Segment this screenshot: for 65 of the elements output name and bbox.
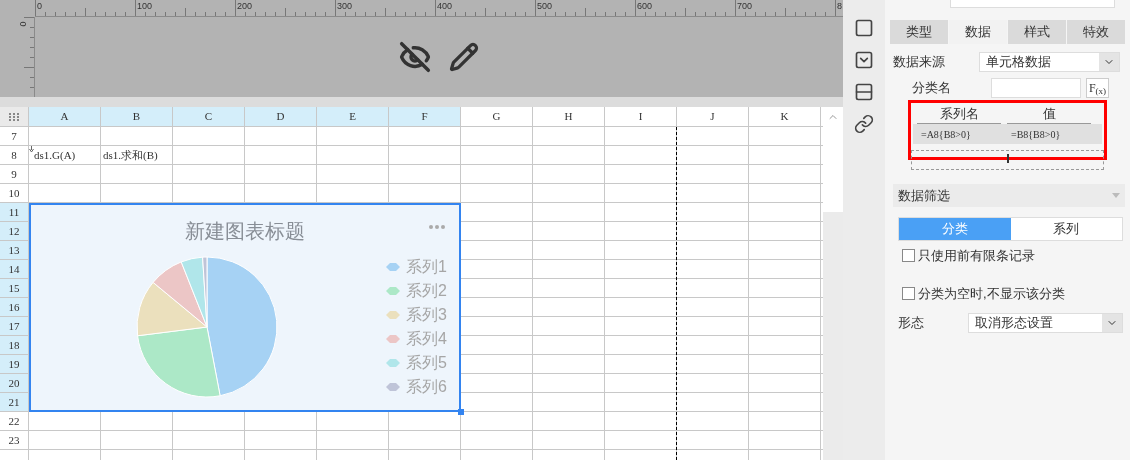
row-header[interactable]: 15 bbox=[0, 279, 29, 297]
chart-title: 新建图表标题 bbox=[185, 219, 305, 244]
row-header[interactable]: 18 bbox=[0, 336, 29, 354]
category-input[interactable] bbox=[991, 78, 1081, 98]
row-header[interactable]: 13 bbox=[0, 241, 29, 259]
ruler-label: 300 bbox=[337, 0, 353, 12]
ruler-label: 200 bbox=[237, 0, 253, 12]
segment-button[interactable]: 系列 bbox=[1010, 218, 1122, 240]
dropdown-box-icon[interactable] bbox=[854, 50, 874, 70]
row-header[interactable]: 20 bbox=[0, 374, 29, 392]
checkbox[interactable] bbox=[902, 286, 915, 300]
field-label: 数据来源 bbox=[893, 53, 946, 72]
column-header[interactable]: E bbox=[317, 107, 389, 126]
cell-text: ds1.G(A) bbox=[34, 148, 76, 162]
column-header[interactable]: C bbox=[173, 107, 245, 126]
shape-select[interactable]: 取消形态设置 bbox=[968, 313, 1123, 333]
table-cell[interactable]: ds1.G(A) bbox=[29, 146, 101, 164]
select-all-icon[interactable] bbox=[9, 112, 19, 121]
rows-icon[interactable] bbox=[854, 82, 874, 102]
element-select[interactable] bbox=[950, 0, 1115, 8]
field-label: 形态 bbox=[898, 314, 925, 333]
row-header[interactable]: 16 bbox=[0, 298, 29, 316]
resize-handle[interactable] bbox=[458, 409, 464, 415]
column-header[interactable]: D bbox=[245, 107, 317, 126]
checkbox[interactable] bbox=[902, 249, 915, 263]
ruler-label: 400 bbox=[437, 0, 453, 12]
row-header[interactable]: 17 bbox=[0, 317, 29, 335]
panel-tab[interactable]: 特效 bbox=[1067, 20, 1125, 44]
ruler-label: 700 bbox=[737, 0, 753, 12]
formula-cell[interactable]: =B8{B8>0} bbox=[1011, 126, 1095, 142]
hidden-eye-icon[interactable] bbox=[399, 41, 431, 73]
collapse-triangle-icon bbox=[1112, 193, 1120, 198]
ruler-label: 0 bbox=[17, 21, 28, 27]
section-header[interactable]: 数据筛选 bbox=[893, 184, 1125, 207]
column-header[interactable]: A bbox=[29, 107, 101, 126]
row-header[interactable]: 11 bbox=[0, 203, 29, 221]
column-header[interactable]: F bbox=[389, 107, 461, 126]
link-icon[interactable] bbox=[854, 114, 874, 134]
panel-tab[interactable]: 样式 bbox=[1008, 20, 1066, 44]
data-source-select[interactable]: 单元格数据 bbox=[979, 52, 1120, 72]
row-header[interactable]: 21 bbox=[0, 393, 29, 411]
splitter-bar[interactable] bbox=[0, 97, 843, 107]
vertical-scrollbar[interactable] bbox=[823, 107, 843, 460]
row-header[interactable]: 19 bbox=[0, 355, 29, 373]
square-icon[interactable] bbox=[854, 18, 874, 38]
ruler-label: 500 bbox=[537, 0, 553, 12]
column-header[interactable]: B bbox=[101, 107, 173, 126]
pencil-icon[interactable] bbox=[449, 42, 479, 72]
row-header[interactable]: 14 bbox=[0, 260, 29, 278]
table-cell[interactable]: ds1.求和(B) bbox=[101, 146, 173, 164]
expand-arrow-icon bbox=[29, 146, 34, 152]
formula-cell[interactable]: =A8{B8>0} bbox=[921, 126, 1005, 142]
checkbox-label: 只使用前有限条记录 bbox=[918, 247, 1035, 265]
text-cursor bbox=[1006, 154, 1009, 163]
panel-tab[interactable]: 类型 bbox=[890, 20, 948, 44]
ruler-label: 100 bbox=[137, 0, 153, 12]
ruler-label: 600 bbox=[637, 0, 653, 12]
ruler-label: 0 bbox=[37, 0, 42, 12]
cell-text: ds1.求和(B) bbox=[103, 148, 158, 162]
row-header[interactable]: 12 bbox=[0, 222, 29, 240]
checkbox-label: 分类为空时,不显示该分类 bbox=[918, 284, 1065, 303]
more-icon[interactable] bbox=[429, 225, 445, 229]
field-label: 分类名 bbox=[912, 79, 952, 98]
ruler-label: 8 bbox=[837, 0, 842, 12]
formula-button[interactable]: F$_{(x)}$ bbox=[1086, 78, 1109, 98]
